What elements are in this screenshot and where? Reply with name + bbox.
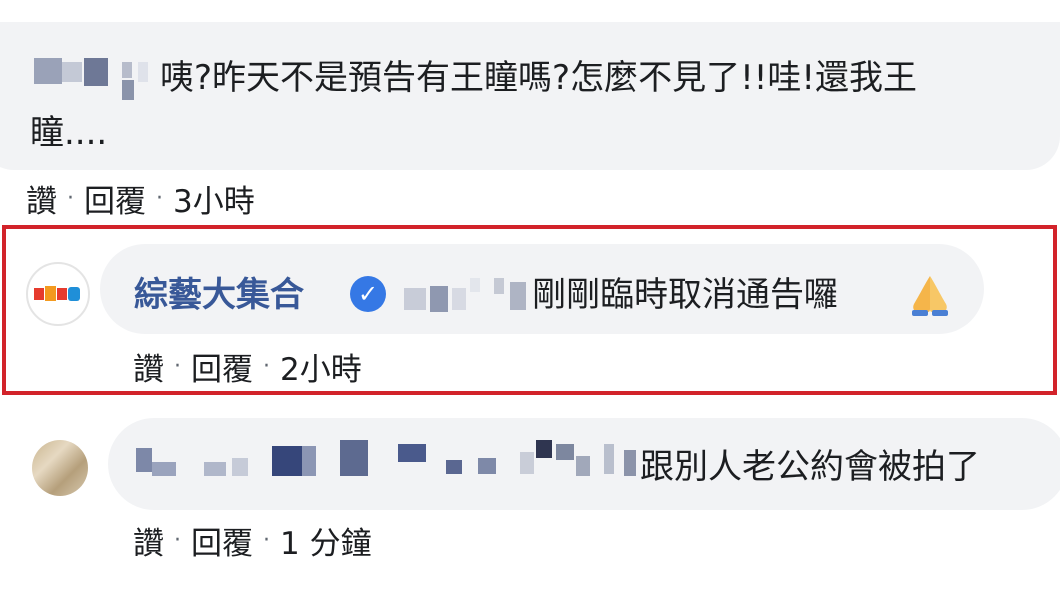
- comment-text: 瞳....: [30, 113, 108, 153]
- avatar[interactable]: [32, 440, 88, 496]
- highlight-frame: [2, 225, 1057, 395]
- comment-text: 咦?昨天不是預告有王瞳嗎?怎麼不見了!!哇!還我王: [160, 58, 917, 98]
- comment-actions: 讚 · 回覆 · 3小時: [26, 176, 255, 221]
- reply-link[interactable]: 回覆: [191, 518, 253, 563]
- separator: ·: [156, 186, 163, 211]
- reply-link[interactable]: 回覆: [84, 176, 146, 221]
- separator: ·: [263, 528, 270, 553]
- comment-actions: 讚 · 回覆 · 1 分鐘: [133, 518, 372, 563]
- like-link[interactable]: 讚: [26, 176, 57, 221]
- like-link[interactable]: 讚: [133, 518, 164, 563]
- separator: ·: [67, 186, 74, 211]
- comment-text: 跟別人老公約會被拍了: [640, 447, 980, 487]
- comment-timestamp[interactable]: 3小時: [173, 176, 255, 221]
- separator: ·: [174, 528, 181, 553]
- comment-timestamp[interactable]: 1 分鐘: [280, 518, 372, 563]
